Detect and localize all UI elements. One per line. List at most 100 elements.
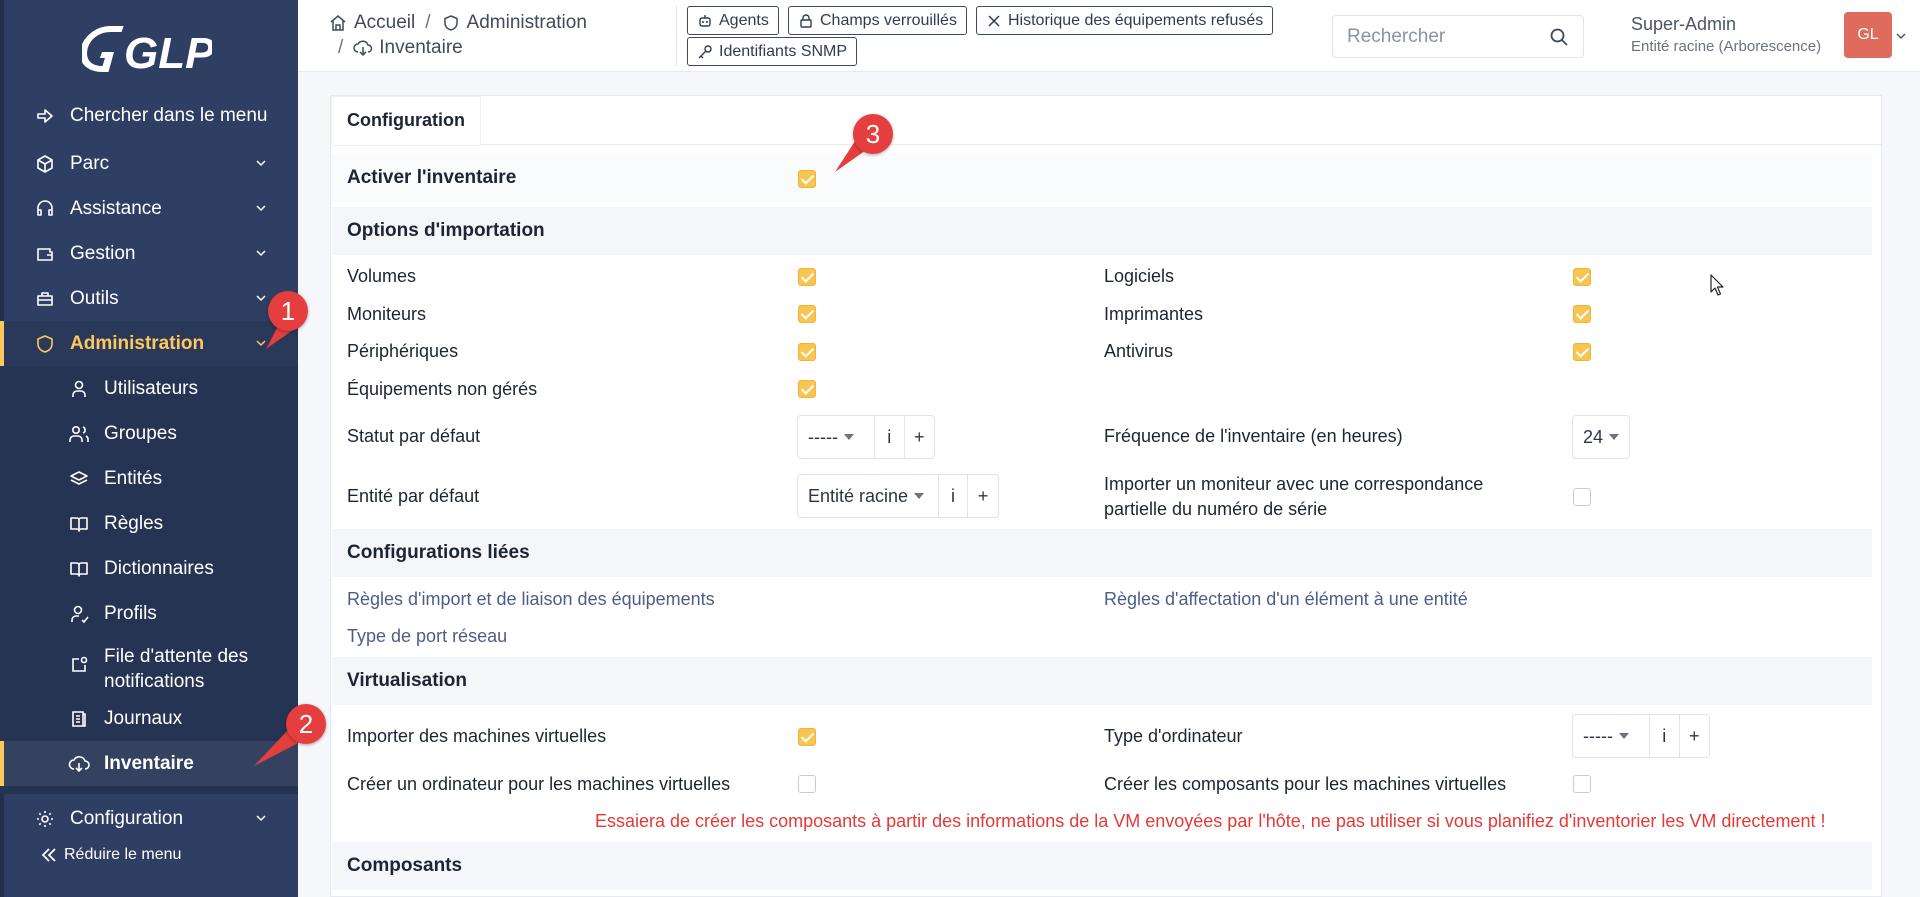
default-status-dropdown[interactable]: ----- bbox=[798, 416, 876, 458]
vm-components-warning: Essaiera de créer les composants à parti… bbox=[595, 811, 1826, 831]
import-vms-checkbox[interactable] bbox=[798, 728, 816, 746]
snmp-credentials-button[interactable]: Identifiants SNMP bbox=[687, 37, 858, 66]
components-section: Composants bbox=[332, 842, 1872, 890]
cloud-download-icon bbox=[68, 753, 90, 775]
cloud-download-icon bbox=[353, 38, 373, 58]
partial-monitor-label-line2: partielle du numéro de série bbox=[1104, 499, 1328, 519]
agents-button[interactable]: Agents bbox=[687, 6, 779, 35]
default-entity-dropdown[interactable]: Entité racine bbox=[798, 475, 939, 517]
create-components-checkbox[interactable] bbox=[1573, 775, 1591, 793]
sidebar-search-menu[interactable]: Chercher dans le menu bbox=[0, 93, 298, 138]
close-icon bbox=[986, 13, 1002, 29]
mouse-cursor-icon bbox=[1710, 274, 1724, 296]
computer-type-select[interactable]: ----- i + bbox=[1572, 714, 1710, 758]
breadcrumb-inventaire[interactable]: Inventaire bbox=[379, 35, 462, 60]
breadcrumb-administration[interactable]: Administration bbox=[467, 10, 587, 35]
partial-monitor-label: Importer un moniteur avec une correspond… bbox=[1104, 472, 1483, 522]
annotation-marker-2: 2 bbox=[254, 704, 334, 766]
locked-fields-button[interactable]: Champs verrouillés bbox=[788, 6, 967, 35]
sidebar-subitem-utilisateurs[interactable]: Utilisateurs bbox=[0, 366, 298, 411]
sidebar-subitem-groupes[interactable]: Groupes bbox=[0, 411, 298, 456]
user-entity[interactable]: Entité racine (Arborescence) bbox=[1631, 38, 1821, 55]
sidebar-item-configuration[interactable]: Configuration bbox=[0, 796, 298, 841]
search-icon[interactable] bbox=[1549, 27, 1569, 47]
sidebar-subitem-label: File d'attente des notifications bbox=[104, 646, 249, 692]
section-title: Options d'importation bbox=[347, 220, 545, 241]
avatar[interactable]: GL bbox=[1844, 12, 1892, 58]
refused-history-button-label: Historique des équipements refusés bbox=[1008, 11, 1264, 29]
sidebar-subitem-entites[interactable]: Entités bbox=[0, 456, 298, 501]
chevron-down-icon bbox=[256, 815, 266, 822]
arrow-right-icon bbox=[34, 105, 56, 127]
add-button[interactable]: + bbox=[1680, 715, 1709, 757]
sidebar-subitem-regles[interactable]: Règles bbox=[0, 501, 298, 546]
annotation-marker-1: 1 bbox=[266, 291, 316, 349]
info-button[interactable]: i bbox=[875, 416, 905, 458]
sidebar-item-administration[interactable]: Administration bbox=[0, 321, 298, 366]
user-icon bbox=[68, 378, 90, 400]
port-type-link[interactable]: Type de port réseau bbox=[347, 626, 507, 647]
sidebar-subitem-profils[interactable]: Profils bbox=[0, 591, 298, 636]
info-button[interactable]: i bbox=[939, 475, 969, 517]
sidebar-subitem-label: Profils bbox=[104, 602, 157, 624]
sidebar-subitem-dictionnaires[interactable]: Dictionnaires bbox=[0, 546, 298, 591]
sidebar-subitem-notifications[interactable]: File d'attente des notifications bbox=[0, 636, 298, 696]
info-button[interactable]: i bbox=[1650, 715, 1680, 757]
refused-history-button[interactable]: Historique des équipements refusés bbox=[976, 6, 1274, 35]
users-icon bbox=[68, 423, 90, 445]
book-icon bbox=[68, 558, 90, 580]
import-vms-label: Importer des machines virtuelles bbox=[347, 726, 607, 746]
chevron-down-icon[interactable] bbox=[1895, 30, 1907, 42]
create-computer-checkbox[interactable] bbox=[798, 775, 816, 793]
tab-configuration[interactable]: Configuration bbox=[332, 97, 480, 145]
software-checkbox[interactable] bbox=[1573, 268, 1591, 286]
glpi-logo[interactable]: GLPI bbox=[82, 18, 212, 78]
monitors-checkbox[interactable] bbox=[798, 305, 816, 323]
breadcrumb-separator: / bbox=[338, 37, 344, 58]
computer-type-dropdown[interactable]: ----- bbox=[1573, 715, 1651, 757]
default-status-label: Statut par défaut bbox=[347, 426, 481, 446]
entity-rules-link[interactable]: Règles d'affectation d'un élément à une … bbox=[1104, 589, 1468, 610]
notification-icon bbox=[68, 654, 90, 676]
frequency-label: Fréquence de l'inventaire (en heures) bbox=[1104, 426, 1403, 446]
enable-inventory-checkbox[interactable] bbox=[798, 170, 816, 188]
chevron-down-icon bbox=[256, 295, 266, 302]
enable-inventory-row: Activer l'inventaire bbox=[332, 154, 1872, 202]
default-entity-select[interactable]: Entité racine i + bbox=[797, 474, 999, 518]
user-check-icon bbox=[68, 603, 90, 625]
collapse-menu-button[interactable]: Réduire le menu bbox=[40, 846, 181, 864]
import-options-section: Options d'importation bbox=[332, 207, 1872, 255]
lock-icon bbox=[798, 13, 814, 29]
sidebar-item-gestion[interactable]: Gestion bbox=[0, 231, 298, 276]
caret-down-icon bbox=[1609, 434, 1620, 440]
sidebar-search-menu-label: Chercher dans le menu bbox=[70, 104, 268, 126]
peripherals-checkbox[interactable] bbox=[798, 343, 816, 361]
sidebar-item-label: Gestion bbox=[70, 242, 136, 264]
double-chevron-left-icon bbox=[41, 848, 56, 862]
unmanaged-devices-checkbox[interactable] bbox=[798, 380, 816, 398]
partial-monitor-label-line1: Importer un moniteur avec une correspond… bbox=[1104, 474, 1484, 494]
printers-checkbox[interactable] bbox=[1573, 305, 1591, 323]
import-rules-link[interactable]: Règles d'import et de liaison des équipe… bbox=[347, 589, 715, 610]
robot-icon bbox=[697, 13, 713, 29]
wallet-icon bbox=[34, 243, 56, 265]
sidebar-item-outils[interactable]: Outils bbox=[0, 276, 298, 321]
search-input[interactable]: Rechercher bbox=[1332, 15, 1584, 58]
tab-bar-line bbox=[330, 144, 1882, 145]
partial-monitor-checkbox[interactable] bbox=[1573, 488, 1591, 506]
add-button[interactable]: + bbox=[968, 475, 998, 517]
sidebar-item-assistance[interactable]: Assistance bbox=[0, 186, 298, 231]
user-name[interactable]: Super-Admin bbox=[1631, 14, 1736, 35]
sidebar-subitem-label: Inventaire bbox=[104, 752, 194, 774]
breadcrumb: Accueil / Administration / Inventaire bbox=[328, 10, 587, 60]
caret-down-icon bbox=[1618, 733, 1629, 739]
volumes-checkbox[interactable] bbox=[798, 268, 816, 286]
add-button[interactable]: + bbox=[905, 416, 934, 458]
frequency-select[interactable]: 24 bbox=[1572, 415, 1630, 459]
sidebar-item-parc[interactable]: Parc bbox=[0, 141, 298, 186]
sidebar-subitem-label: Groupes bbox=[104, 422, 177, 444]
layers-icon bbox=[68, 468, 90, 490]
antivirus-checkbox[interactable] bbox=[1573, 343, 1591, 361]
breadcrumb-home[interactable]: Accueil bbox=[354, 10, 415, 35]
default-status-select[interactable]: ----- i + bbox=[797, 415, 935, 459]
